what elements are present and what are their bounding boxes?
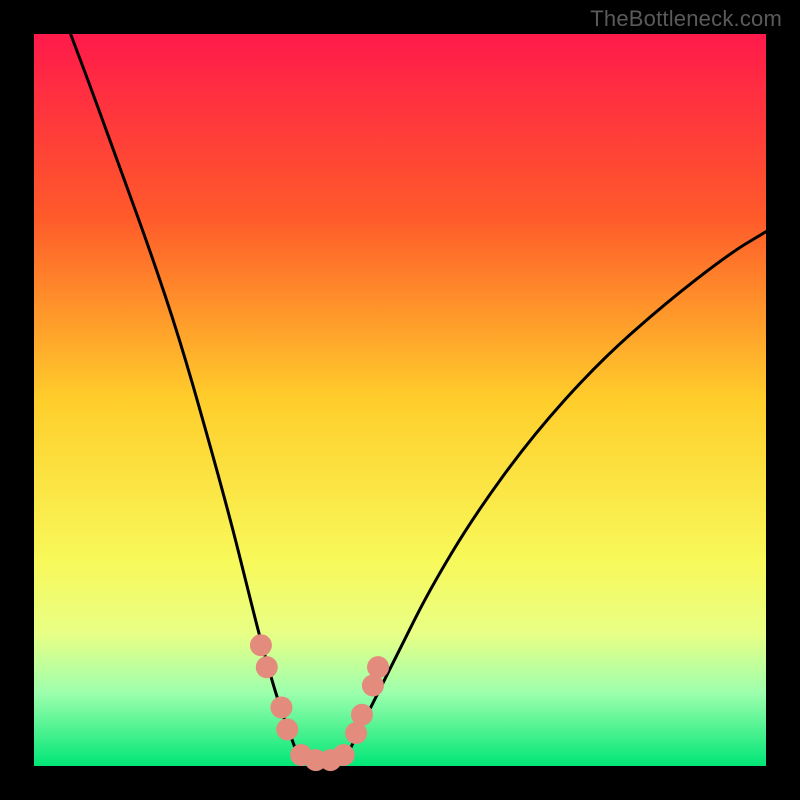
marker-left-lower-pair-a xyxy=(270,696,292,718)
marker-right-upper-pair-b xyxy=(367,656,389,678)
marker-left-upper-pair-a xyxy=(250,634,272,656)
marker-floor-d xyxy=(333,744,355,766)
marker-left-upper-pair-b xyxy=(256,656,278,678)
marker-left-lower-pair-b xyxy=(276,718,298,740)
bottleneck-chart xyxy=(0,0,800,800)
watermark-text: TheBottleneck.com xyxy=(590,6,782,32)
chart-frame: TheBottleneck.com xyxy=(0,0,800,800)
plot-background xyxy=(34,34,766,766)
marker-right-lower-pair-b xyxy=(351,704,373,726)
